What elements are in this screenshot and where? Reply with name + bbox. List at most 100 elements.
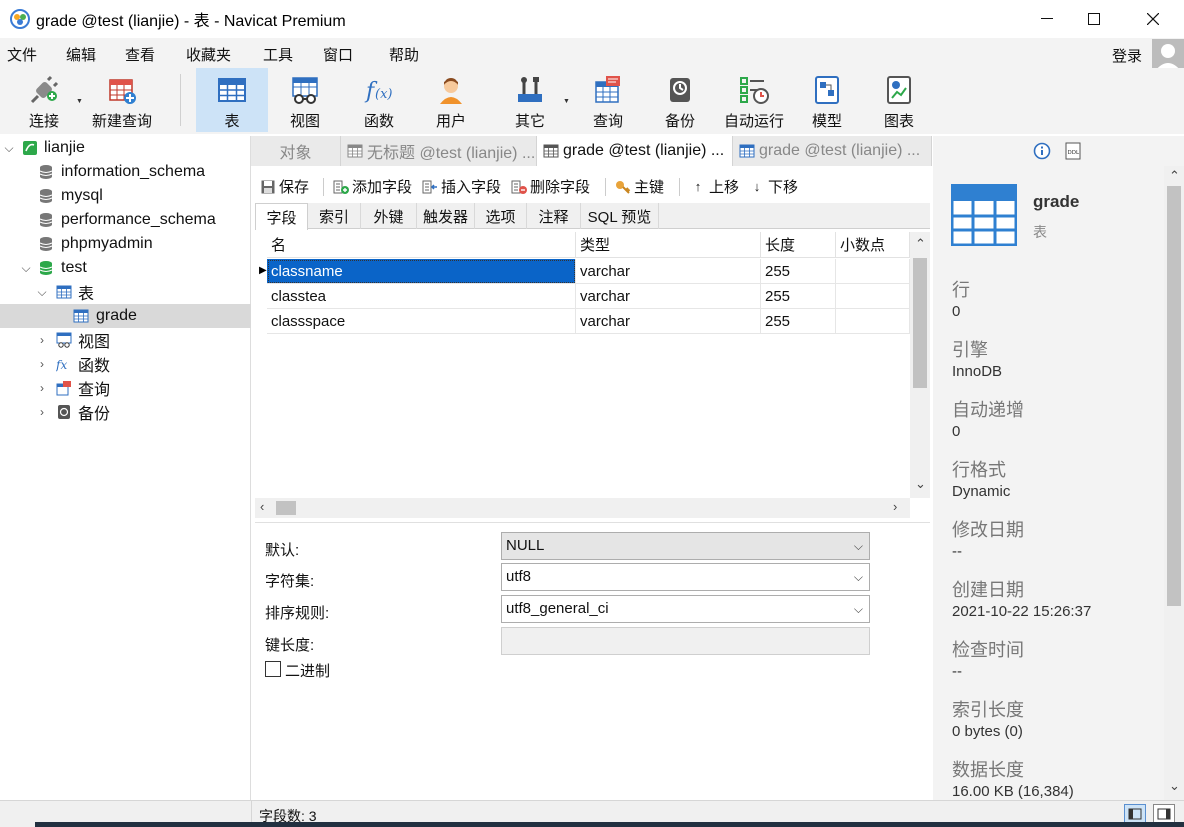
field-type-cell[interactable]: varchar <box>576 309 761 334</box>
maximize-button[interactable] <box>1071 0 1117 38</box>
tab-objects[interactable]: 对象 <box>251 136 341 166</box>
primary-key-button[interactable]: 主键 <box>615 176 664 197</box>
queries-button[interactable]: 查询 <box>575 68 641 132</box>
connect-dropdown-icon[interactable]: ▼ <box>76 98 83 105</box>
scroll-up-icon[interactable]: ⌃ <box>915 236 926 252</box>
scroll-thumb[interactable] <box>276 501 296 515</box>
menu-favorites[interactable]: 收藏夹 <box>186 44 231 65</box>
field-length-cell[interactable]: 255 <box>761 259 836 284</box>
delete-field-button[interactable]: 删除字段 <box>511 176 590 197</box>
others-button[interactable]: 其它 <box>497 68 563 132</box>
scroll-right-icon[interactable]: › <box>893 499 897 514</box>
others-dropdown-icon[interactable]: ▼ <box>563 98 570 105</box>
tab-indexes[interactable]: 索引 <box>308 203 361 229</box>
column-header-type[interactable]: 类型 <box>576 232 761 258</box>
tree-item-queries[interactable]: › 查询 <box>0 376 251 400</box>
tab-untitled-query[interactable]: 无标题 @test (lianjie) ... <box>341 136 537 166</box>
menu-window[interactable]: 窗口 <box>323 44 353 65</box>
field-decimals-cell[interactable] <box>836 284 910 309</box>
minimize-button[interactable] <box>1024 0 1070 38</box>
tree-item-tables[interactable]: ⌵ 表 <box>0 280 251 304</box>
chevron-right-icon[interactable]: › <box>35 405 49 419</box>
connect-button[interactable]: 连接 <box>14 68 74 132</box>
binary-checkbox[interactable] <box>265 661 281 677</box>
tree-item-information-schema[interactable]: information_schema <box>0 160 251 184</box>
grid-vertical-scrollbar[interactable]: ⌃ ⌄ <box>910 232 930 498</box>
column-header-name[interactable]: 名 <box>267 232 576 258</box>
model-button[interactable]: 模型 <box>794 68 860 132</box>
column-header-decimals[interactable]: 小数点 <box>836 232 910 258</box>
menu-file[interactable]: 文件 <box>7 44 37 65</box>
tree-item-phpmyadmin[interactable]: phpmyadmin <box>0 232 251 256</box>
field-type-cell[interactable]: varchar <box>576 284 761 309</box>
chevron-down-icon[interactable]: ⌵ <box>2 141 16 156</box>
field-decimals-cell[interactable] <box>836 259 910 284</box>
key-length-input[interactable] <box>501 627 870 655</box>
field-name-cell[interactable]: classname <box>267 259 576 284</box>
tab-options[interactable]: 选项 <box>475 203 527 229</box>
add-field-button[interactable]: 添加字段 <box>333 176 412 197</box>
close-button[interactable] <box>1130 0 1176 38</box>
chevron-right-icon[interactable]: › <box>35 381 49 395</box>
field-name-cell[interactable]: classspace <box>267 309 576 334</box>
toggle-tree-panel-button[interactable] <box>1124 804 1146 824</box>
login-link[interactable]: 登录 <box>1112 45 1142 66</box>
field-length-cell[interactable]: 255 <box>761 309 836 334</box>
scroll-left-icon[interactable]: ‹ <box>260 499 264 514</box>
functions-button[interactable]: f (x) 函数 <box>346 68 412 132</box>
tree-item-connection[interactable]: ⌵ lianjie <box>0 136 251 160</box>
tab-fields[interactable]: 字段 <box>255 203 308 230</box>
scroll-up-icon[interactable]: ⌃ <box>1169 168 1180 184</box>
chevron-right-icon[interactable]: › <box>35 333 49 347</box>
grid-horizontal-scrollbar[interactable]: ‹ › <box>255 498 910 518</box>
collation-select[interactable]: utf8_general_ci ⌵ <box>501 595 870 623</box>
avatar[interactable] <box>1152 39 1184 71</box>
menu-edit[interactable]: 编辑 <box>66 44 96 65</box>
tab-comment[interactable]: 注释 <box>527 203 581 229</box>
charset-select[interactable]: utf8 ⌵ <box>501 563 870 591</box>
tree-item-mysql[interactable]: mysql <box>0 184 251 208</box>
tab-triggers[interactable]: 触发器 <box>417 203 475 229</box>
field-type-cell[interactable]: varchar <box>576 259 761 284</box>
chevron-right-icon[interactable]: › <box>35 357 49 371</box>
info-icon[interactable] <box>1033 142 1051 160</box>
chevron-down-icon[interactable]: ⌵ <box>35 285 49 300</box>
tree-item-grade[interactable]: grade <box>0 304 251 328</box>
insert-field-button[interactable]: 插入字段 <box>422 176 501 197</box>
scroll-thumb[interactable] <box>1167 186 1181 606</box>
scroll-thumb[interactable] <box>913 258 927 388</box>
tree-item-backups[interactable]: › 备份 <box>0 400 251 424</box>
default-select[interactable]: NULL ⌵ <box>501 532 870 560</box>
field-decimals-cell[interactable] <box>836 309 910 334</box>
move-down-button[interactable]: ↓ 下移 <box>749 176 798 197</box>
new-query-button[interactable]: 新建查询 <box>88 68 156 132</box>
save-button[interactable]: 保存 <box>260 176 309 197</box>
tab-sql-preview[interactable]: SQL 预览 <box>581 203 659 229</box>
scroll-down-icon[interactable]: ⌄ <box>915 476 926 492</box>
column-header-length[interactable]: 长度 <box>761 232 836 258</box>
tree-item-performance-schema[interactable]: performance_schema <box>0 208 251 232</box>
menu-help[interactable]: 帮助 <box>389 44 419 65</box>
info-vertical-scrollbar[interactable]: ⌃ ⌄ <box>1164 166 1184 800</box>
field-name-cell[interactable]: classtea <box>267 284 576 309</box>
ddl-icon[interactable]: DDL <box>1065 142 1081 160</box>
tab-grade-data[interactable]: grade @test (lianjie) ... <box>733 136 932 166</box>
tab-foreign-keys[interactable]: 外键 <box>361 203 417 229</box>
move-up-button[interactable]: ↑ 上移 <box>690 176 739 197</box>
menu-tools[interactable]: 工具 <box>263 44 293 65</box>
users-button[interactable]: 用户 <box>418 68 484 132</box>
tab-grade-design[interactable]: grade @test (lianjie) ... <box>537 136 733 166</box>
tables-button[interactable]: 表 <box>196 68 268 132</box>
tree-item-views[interactable]: › 视图 <box>0 328 251 352</box>
toggle-info-panel-button[interactable] <box>1153 804 1175 824</box>
chevron-down-icon[interactable]: ⌵ <box>19 261 33 276</box>
tree-item-test[interactable]: ⌵ test <box>0 256 251 280</box>
views-button[interactable]: 视图 <box>272 68 338 132</box>
menu-view[interactable]: 查看 <box>125 44 155 65</box>
field-length-cell[interactable]: 255 <box>761 284 836 309</box>
schedule-button[interactable]: 自动运行 <box>718 68 790 132</box>
tree-item-functions[interactable]: › fx 函数 <box>0 352 251 376</box>
backup-button[interactable]: 备份 <box>647 68 713 132</box>
scroll-down-icon[interactable]: ⌄ <box>1169 778 1180 794</box>
charts-button[interactable]: 图表 <box>866 68 932 132</box>
